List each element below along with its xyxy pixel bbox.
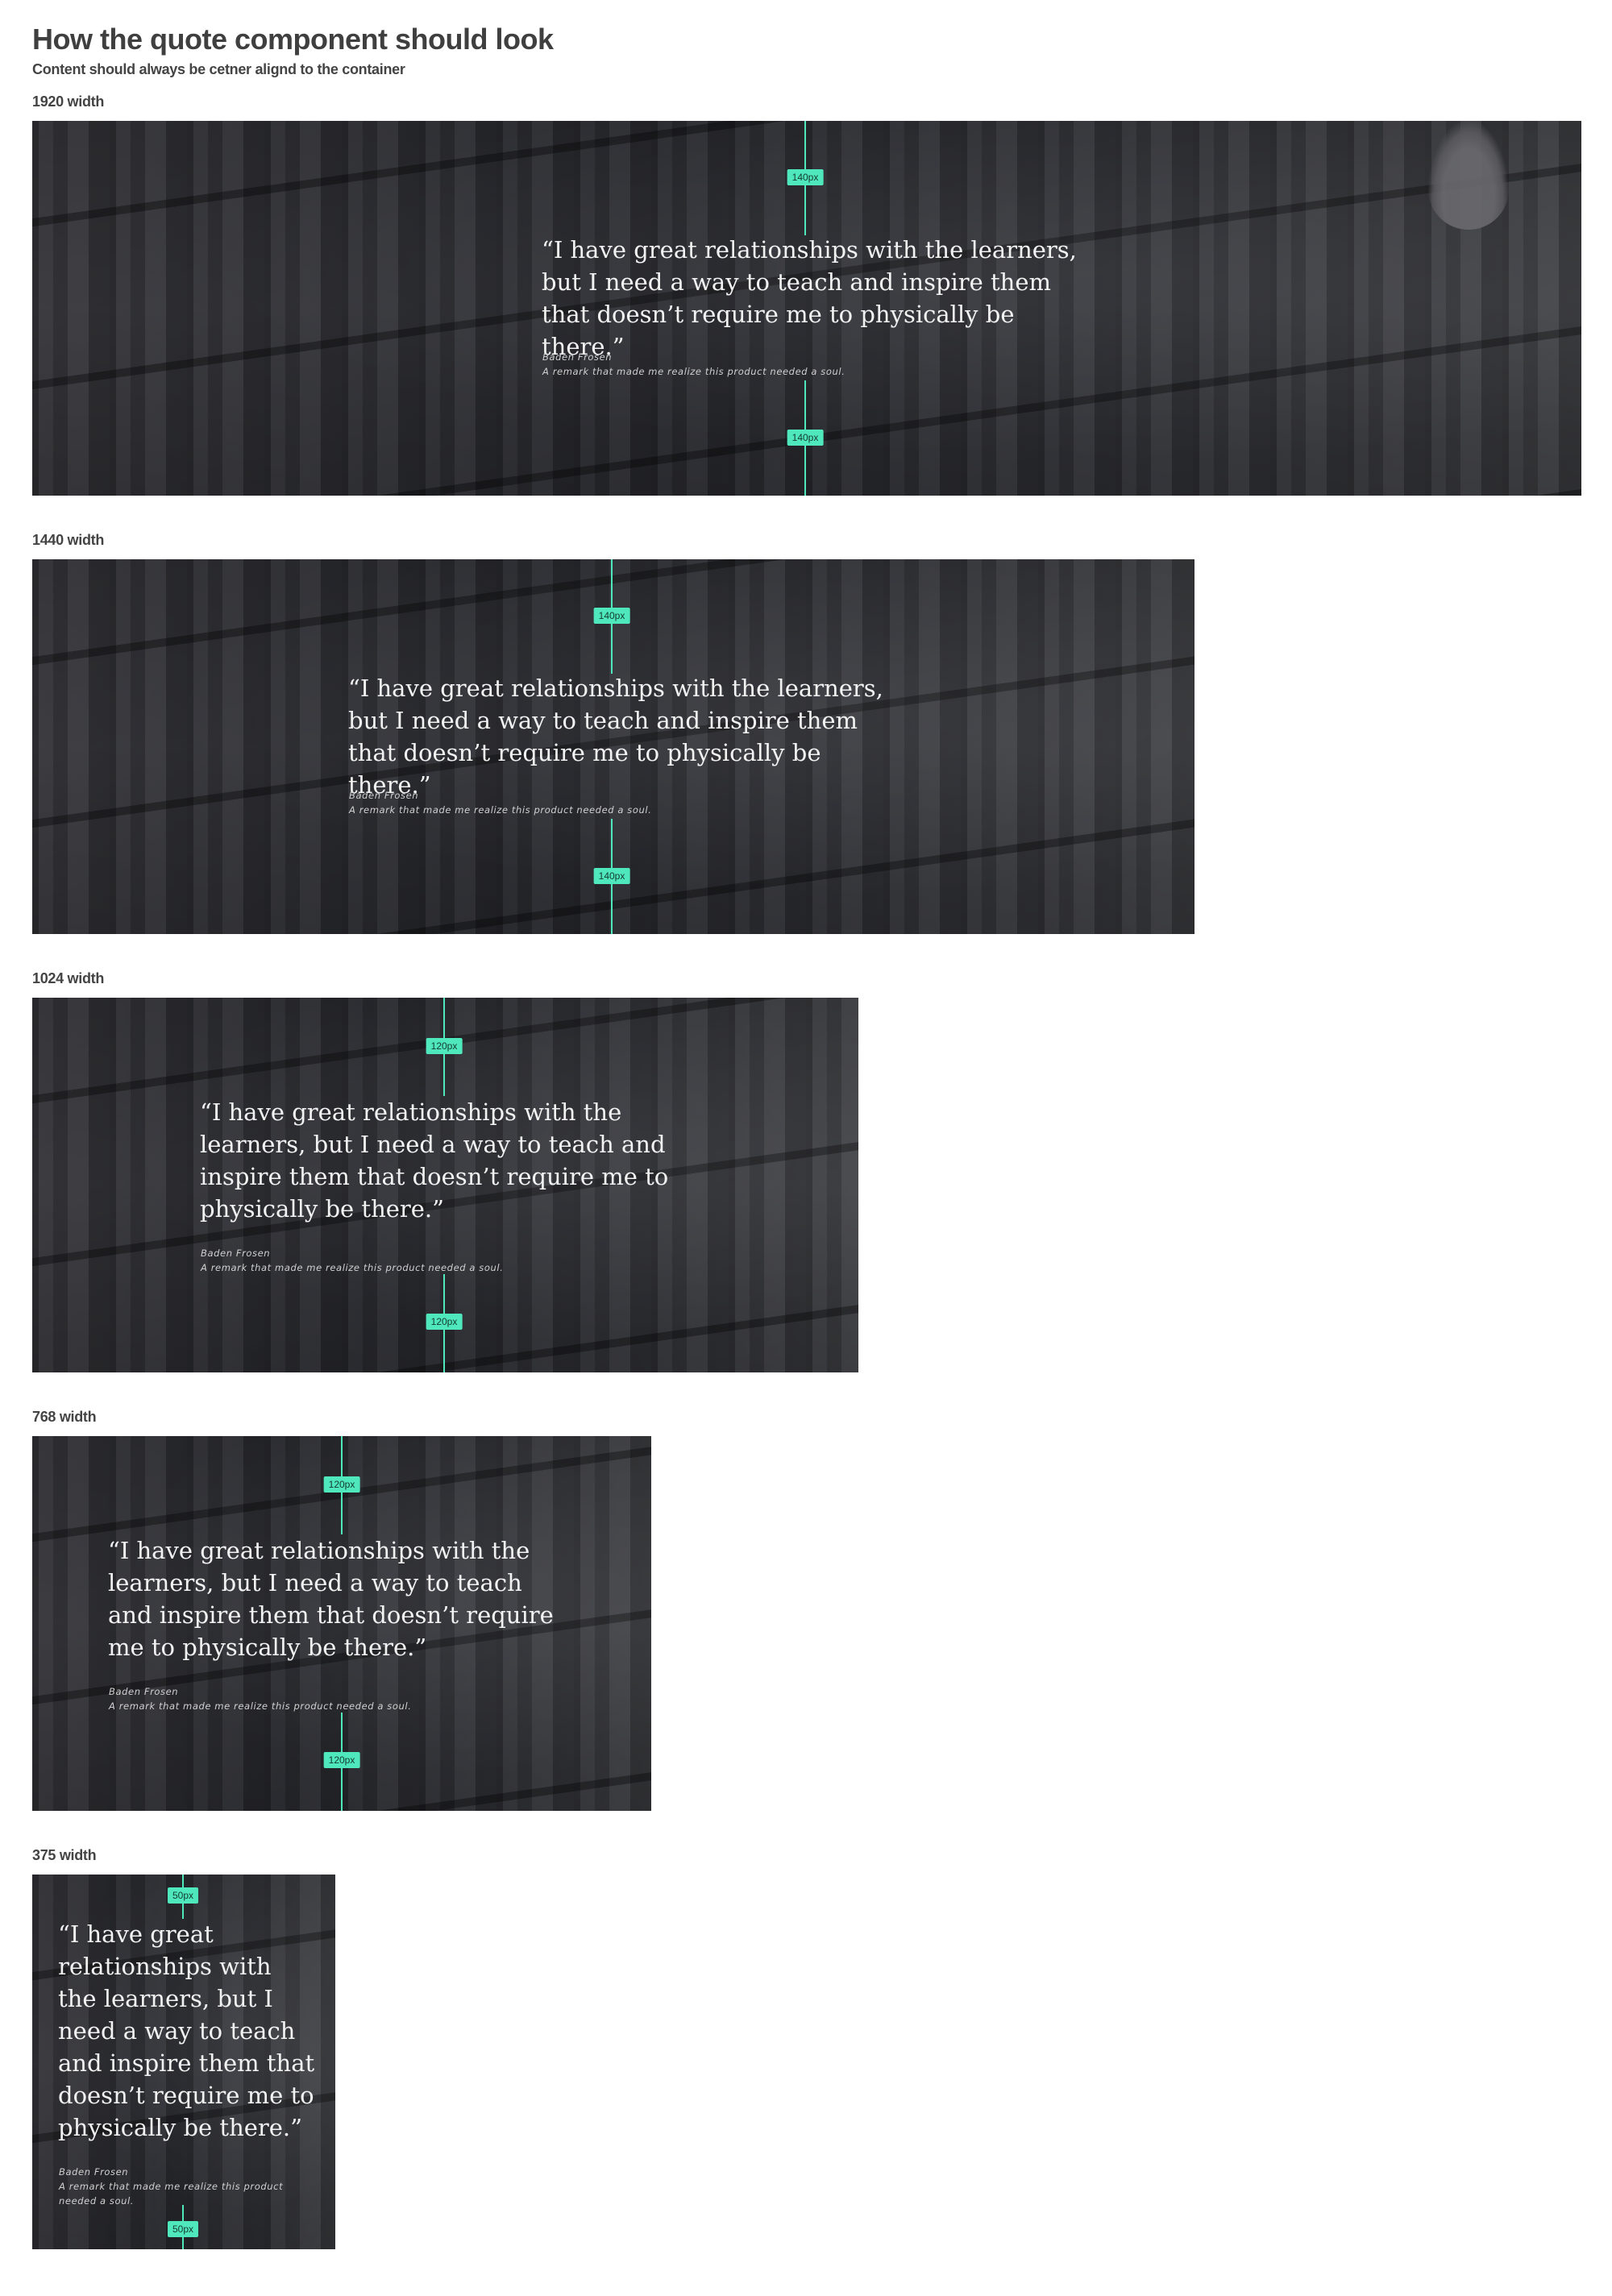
- spacing-badge-top: 120px: [426, 1038, 463, 1054]
- quote-caption: A remark that made me realize this produ…: [59, 2181, 284, 2207]
- spacing-badge-bottom: 120px: [323, 1752, 360, 1768]
- quote-author: Baden Frosen: [109, 1686, 179, 1697]
- quote-panel-1920: 140px “I have great relationships with t…: [32, 121, 1581, 496]
- quote-author: Baden Frosen: [201, 1248, 271, 1259]
- quote-text: “I have great relationships with the lea…: [108, 1537, 554, 1661]
- spacing-badge-top: 140px: [787, 169, 824, 185]
- quote-panel-1024: 120px “I have great relationships with t…: [32, 998, 858, 1372]
- quote-author: Baden Frosen: [542, 351, 613, 363]
- quote-caption: A remark that made me realize this produ…: [201, 1262, 504, 1273]
- spacing-badge-top: 120px: [323, 1476, 360, 1493]
- variant-label-768: 768 width: [32, 1409, 97, 1425]
- quote-caption: A remark that made me realize this produ…: [349, 804, 652, 816]
- spacing-badge-top: 50px: [167, 1887, 199, 1904]
- quote-panel-1440: 140px “I have great relationships with t…: [32, 559, 1194, 934]
- variant-label-1920: 1920 width: [32, 93, 105, 110]
- quote-attribution: Baden Frosen A remark that made me reali…: [109, 1684, 447, 1713]
- quote-attribution: Baden Frosen A remark that made me reali…: [201, 1246, 539, 1275]
- quote-panel-768: 120px “I have great relationships with t…: [32, 1436, 651, 1811]
- quote-attribution: Baden Frosen A remark that made me reali…: [59, 2165, 317, 2208]
- quote-text: “I have great relationships with the lea…: [348, 675, 883, 799]
- lamp-shape: [1428, 121, 1509, 230]
- quote-text: “I have great relationships with the lea…: [58, 1920, 315, 2141]
- page-title: How the quote component should look: [32, 23, 554, 56]
- quote-text: “I have great relationships with the lea…: [200, 1098, 669, 1223]
- quote-caption: A remark that made me realize this produ…: [542, 366, 845, 377]
- quote-caption: A remark that made me realize this produ…: [109, 1700, 412, 1712]
- spacing-badge-bottom: 120px: [426, 1314, 463, 1330]
- variant-label-1024: 1024 width: [32, 970, 105, 986]
- variant-label-375: 375 width: [32, 1847, 97, 1863]
- quote-text: “I have great relationships with the lea…: [542, 236, 1077, 360]
- page-subtitle: Content should always be cetner alignd t…: [32, 61, 405, 77]
- quote-author: Baden Frosen: [349, 790, 419, 801]
- spacing-badge-bottom: 140px: [787, 430, 824, 446]
- spacing-badge-bottom: 50px: [167, 2221, 199, 2237]
- spacing-badge-top: 140px: [593, 608, 630, 624]
- variant-label-1440: 1440 width: [32, 532, 105, 548]
- quote-panel-375: 50px “I have great relationships with th…: [32, 1875, 335, 2249]
- quote-attribution: Baden Frosen A remark that made me reali…: [349, 788, 688, 817]
- quote-attribution: Baden Frosen A remark that made me reali…: [542, 350, 881, 379]
- quote-author: Baden Frosen: [59, 2166, 129, 2178]
- spacing-badge-bottom: 140px: [593, 868, 630, 884]
